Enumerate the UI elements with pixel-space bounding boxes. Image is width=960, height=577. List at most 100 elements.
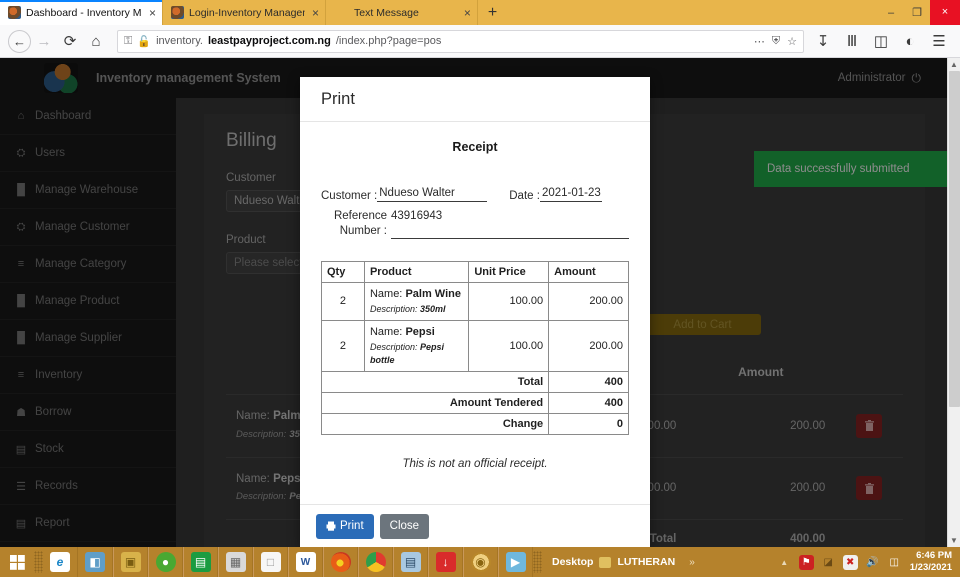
internet-explorer-icon: e (50, 552, 70, 572)
scroll-down-arrow-icon[interactable]: ▼ (948, 534, 960, 547)
print-button[interactable]: Print (316, 513, 374, 539)
receipt-title: Receipt (452, 140, 498, 154)
taskbar-desktop-group[interactable]: Desktop LUTHERAN (552, 556, 675, 568)
folder-app-icon: ▣ (120, 552, 141, 572)
receipt-meta: Customer : Ndueso Walter Date : 2021-01-… (321, 185, 629, 239)
google-chrome-icon (365, 552, 386, 572)
back-icon[interactable]: ← (8, 29, 31, 53)
receipt-change-value: 0 (548, 413, 629, 436)
page-scrollbar[interactable]: ▲ ▼ (947, 58, 960, 547)
tab-title: Login-Inventory Management (189, 6, 305, 19)
taskbar-item-store[interactable]: ▤ (183, 547, 218, 577)
firefox-icon (330, 552, 351, 572)
printer-icon (326, 521, 336, 531)
receipt-col-product: Product (363, 261, 470, 283)
scrollbar-thumb[interactable] (949, 71, 960, 407)
tab-favicon (8, 6, 21, 19)
taskbar-item-chrome[interactable] (358, 547, 393, 577)
scroll-up-arrow-icon[interactable]: ▲ (948, 58, 960, 71)
taskbar-item-word[interactable]: W (288, 547, 323, 577)
receipt-summary-row: Total 400 (320, 371, 629, 394)
antivirus-icon[interactable]: ✖ (842, 554, 858, 570)
taskbar-item-download-manager[interactable]: ↓ (428, 547, 463, 577)
browser-navbar: ← → ⟳ ⌂ ⚿ 🔓 inventory. leastpayproject.co… (0, 25, 960, 58)
receipt-unit-price: 100.00 (468, 319, 550, 373)
receipt-product-name: Pepsi (405, 325, 435, 338)
taskbar-grip-2[interactable] (533, 551, 542, 573)
network-icon[interactable]: ◪ (821, 555, 836, 570)
taskbar-item-document[interactable]: □ (253, 547, 288, 577)
volume-icon[interactable]: 🔊 (865, 555, 880, 570)
library-icon[interactable]: Ⅲ (839, 28, 865, 54)
receipt-reference-value: 43916943 (391, 209, 629, 239)
receipt-total-value: 400 (548, 371, 629, 394)
receipt-qty: 2 (321, 319, 365, 373)
page-actions-icon[interactable]: ⋯ (754, 35, 765, 48)
forward-icon: → (36, 32, 52, 50)
receipt-product-desc: 350ml (420, 303, 446, 314)
window-maximize-button[interactable]: ❐ (904, 6, 930, 19)
account-icon[interactable]: ◐ (897, 28, 923, 54)
desc-label: Description: (369, 341, 418, 352)
taskbar-overflow-icon[interactable]: » (689, 557, 695, 568)
windows-start-icon (9, 554, 25, 570)
battery-icon[interactable]: ◫ (887, 555, 902, 570)
coin-app-icon: ◉ (470, 552, 491, 572)
start-button[interactable] (0, 547, 34, 577)
reload-icon[interactable]: ⟳ (57, 28, 83, 54)
window-close-button[interactable]: × (930, 0, 960, 25)
taskbar-item-green-disc[interactable]: ● (148, 547, 183, 577)
green-disc-app-icon: ● (155, 552, 176, 572)
lutheran-label: LUTHERAN (617, 556, 676, 568)
tracking-protection-icon[interactable]: ⛨ (772, 35, 780, 48)
menu-icon[interactable]: ☰ (926, 28, 952, 54)
download-icon[interactable]: ↧ (810, 28, 836, 54)
taskbar-clock[interactable]: 6:46 PM 1/23/2021 (910, 550, 960, 574)
new-tab-button[interactable]: + (478, 0, 507, 25)
tab-close-icon[interactable]: × (147, 7, 156, 19)
receipt-summary-row: Amount Tendered 400 (320, 392, 629, 415)
sidebar-icon[interactable]: ◫ (868, 28, 894, 54)
close-modal-button[interactable]: Close (379, 513, 430, 539)
receipt-qty: 2 (321, 282, 365, 321)
clock-date: 1/23/2021 (909, 562, 952, 573)
window-minimize-button[interactable]: – (878, 7, 904, 19)
print-button-label: Print (340, 520, 364, 532)
url-bar[interactable]: ⚿ 🔓 inventory. leastpayproject.com.ng/ind… (117, 29, 804, 53)
taskbar-item-books[interactable]: ◧ (78, 547, 113, 577)
taskbar-item-media-player[interactable]: ▶ (498, 547, 533, 577)
show-hidden-icon[interactable]: ▲ (777, 555, 792, 570)
browser-tab-1[interactable]: Dashboard - Inventory Manage × (0, 0, 164, 25)
taskbar-item-internet-explorer[interactable]: e (43, 547, 78, 577)
shield-icon: ⚿ (124, 34, 133, 47)
taskbar-item-firefox[interactable] (323, 547, 358, 577)
receipt-product-name: Palm Wine (405, 288, 461, 300)
bookmark-star-icon[interactable]: ☆ (787, 35, 797, 48)
taskbar-grip[interactable] (34, 551, 43, 573)
download-manager-icon: ↓ (435, 552, 456, 572)
modal-title: Print (300, 77, 650, 122)
receipt-col-qty: Qty (321, 261, 365, 283)
home-icon[interactable]: ⌂ (83, 28, 109, 54)
taskbar-item-photos[interactable]: ▦ (218, 547, 253, 577)
tab-close-icon[interactable]: × (462, 7, 471, 19)
taskbar-item-calculator[interactable]: ▤ (393, 547, 428, 577)
receipt-amount: 200.00 (548, 319, 629, 373)
receipt-tendered-value: 400 (548, 392, 629, 415)
clock-time: 6:46 PM (916, 550, 952, 562)
red-flag-icon[interactable]: ⚑ (798, 554, 814, 570)
tab-close-icon[interactable]: × (310, 7, 319, 19)
browser-toolbar-actions: ↧ Ⅲ ◫ ◐ ☰ (810, 28, 952, 54)
microsoft-store-icon: ▤ (190, 552, 211, 572)
taskbar-item-folder[interactable]: ▣ (113, 547, 148, 577)
windows-taskbar: e ◧ ▣ ● ▤ ▦ □ W ▤ ↓ ◉ ▶ Desktop LUTHERAN… (0, 547, 960, 577)
taskbar-item-coin[interactable]: ◉ (463, 547, 498, 577)
browser-tab-2[interactable]: Login-Inventory Management × (163, 0, 327, 25)
receipt-total-label: Total (320, 371, 550, 394)
folder-icon (599, 556, 612, 568)
browser-tab-3[interactable]: Text Message × (326, 0, 478, 25)
receipt-amount: 200.00 (548, 282, 629, 321)
receipt-header-row: Qty Product Unit Price Amount (321, 261, 629, 283)
window-controls: – ❐ × (878, 0, 960, 25)
receipt-row: 2 Name: Pepsi Description: Pepsi bottle … (321, 319, 629, 373)
